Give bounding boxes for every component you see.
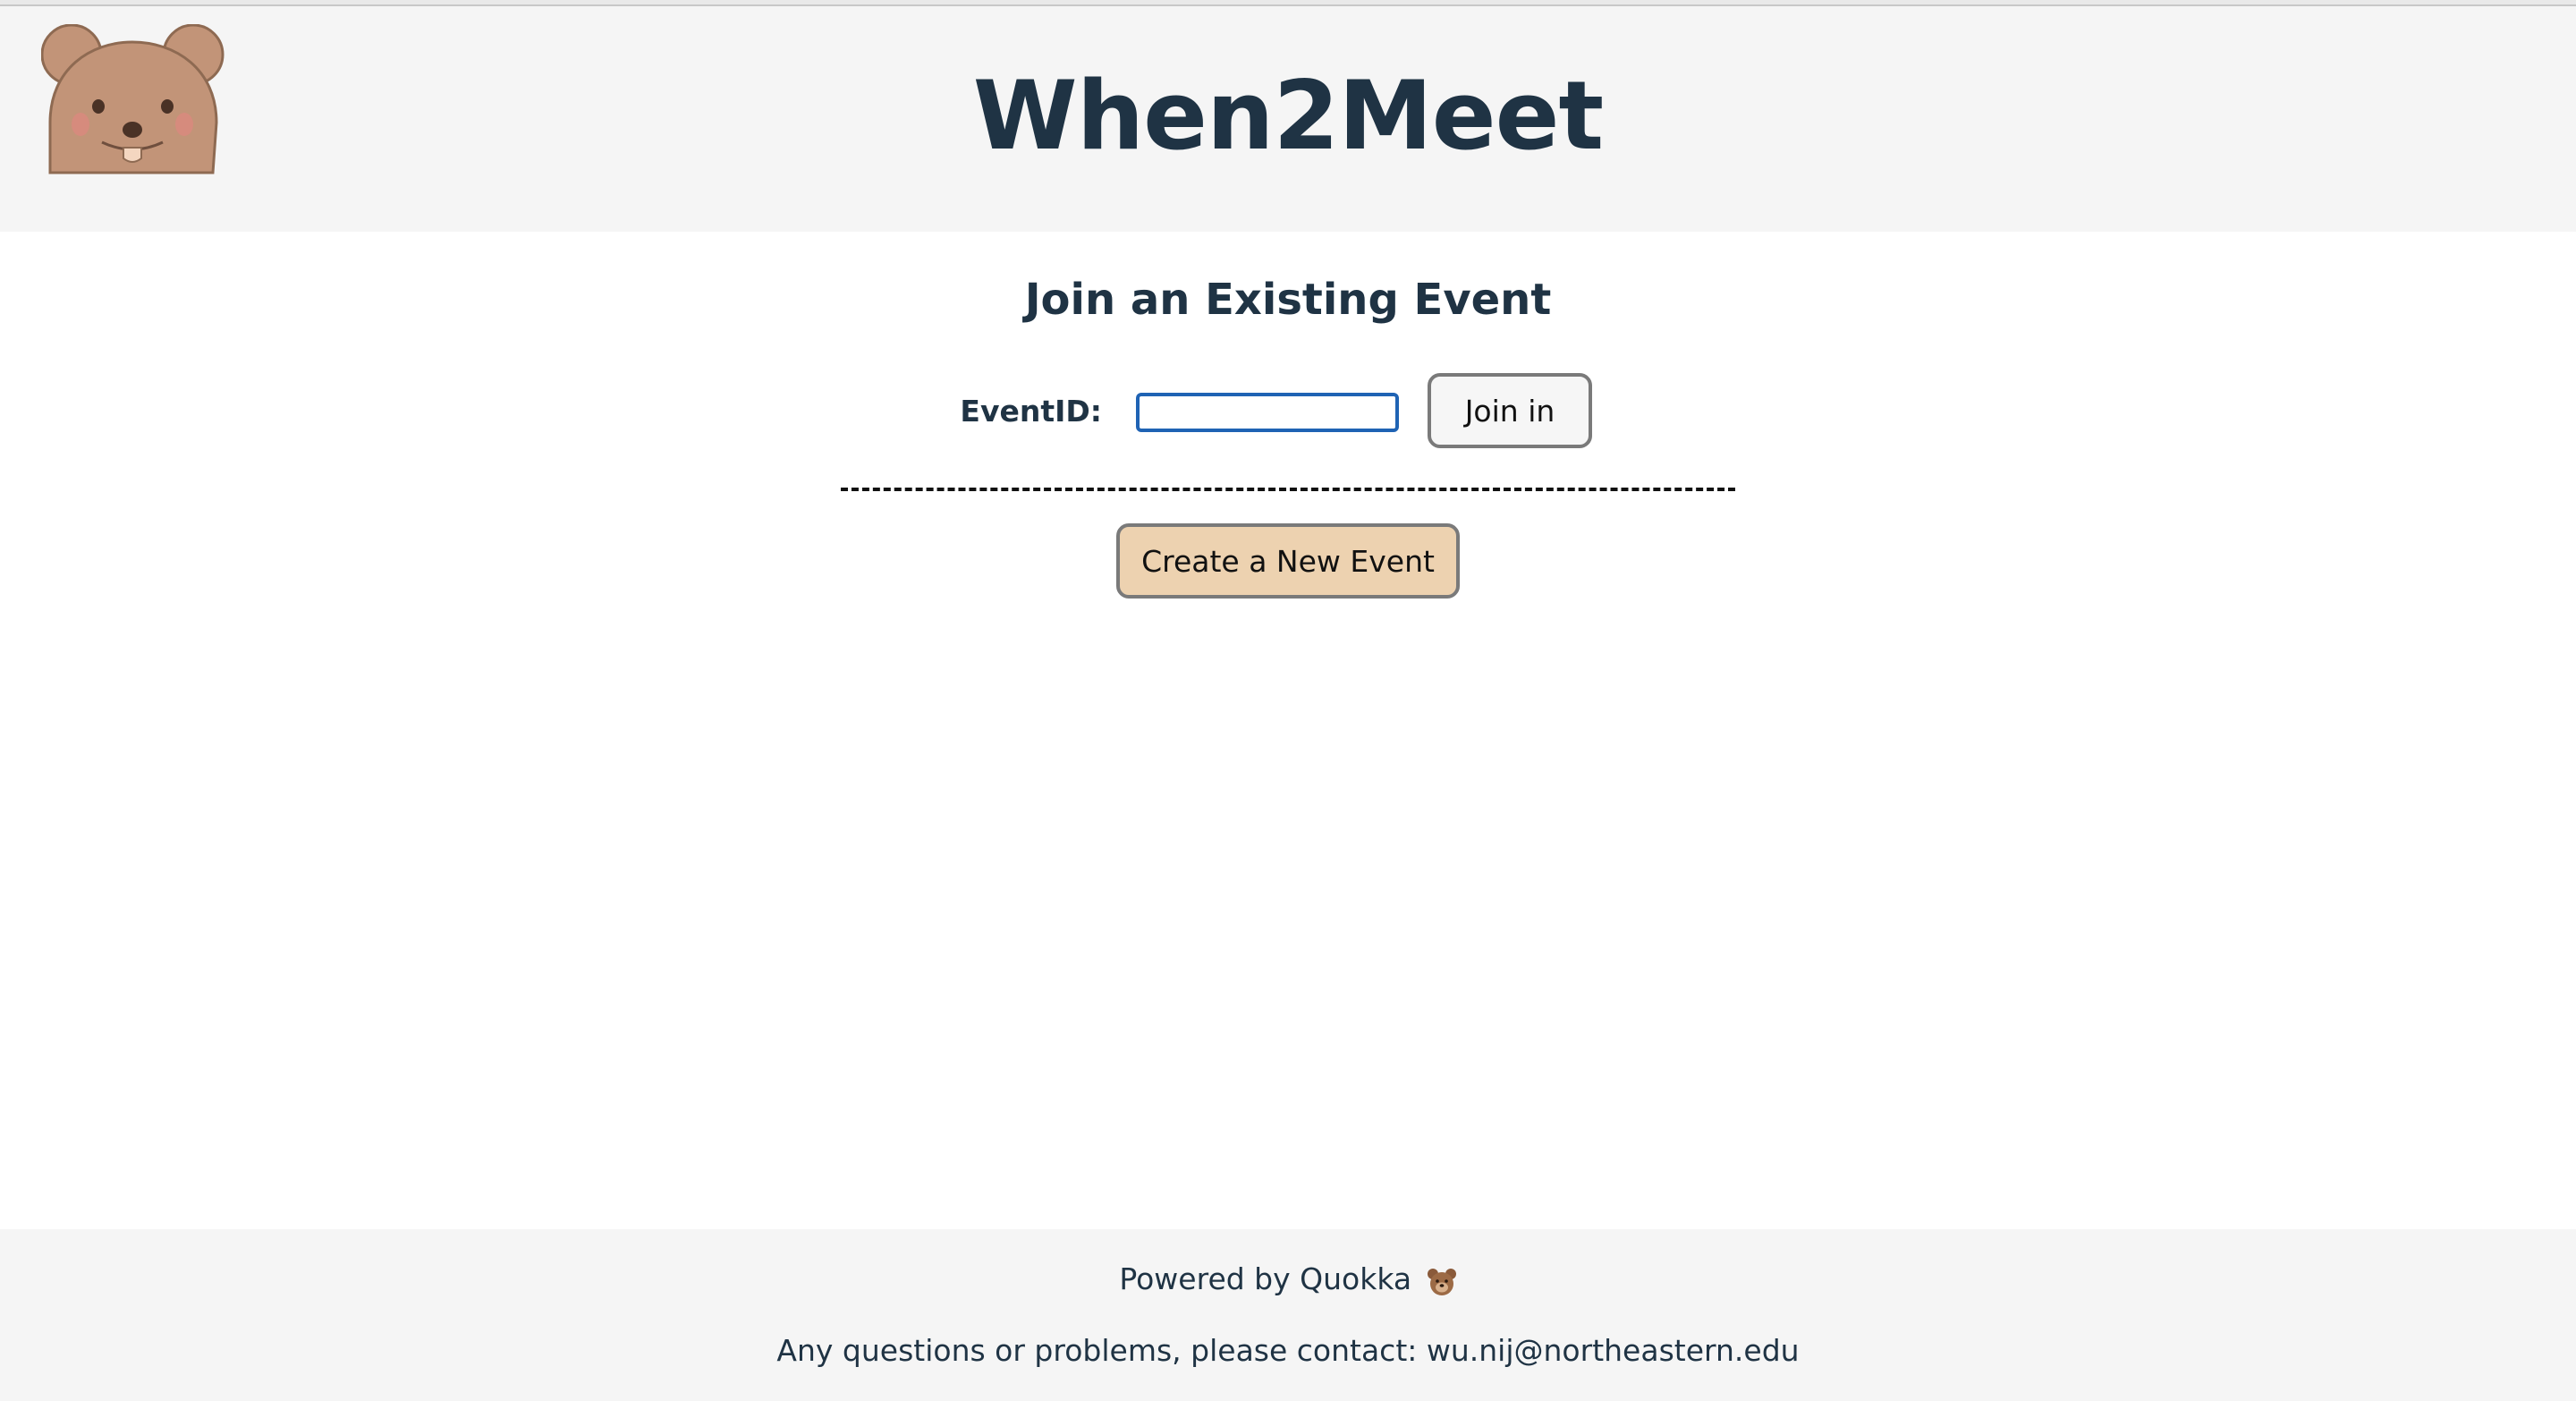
site-footer: Powered by Quokka Any questions or probl… [0, 1229, 2576, 1401]
contact-info: Any questions or problems, please contac… [776, 1333, 1800, 1368]
join-event-heading: Join an Existing Event [1024, 275, 1552, 325]
site-header: When2Meet [0, 6, 2576, 232]
browser-top-border [0, 0, 2576, 6]
powered-by-line: Powered by Quokka [0, 1258, 2576, 1301]
powered-by-text: Powered by Quokka [1119, 1261, 1412, 1296]
app-title: When2Meet [972, 61, 1604, 171]
event-id-label: EventID: [960, 394, 1102, 429]
dashed-divider [841, 488, 1735, 491]
join-event-form: EventID: Join in [0, 373, 2576, 450]
bear-face-icon [1427, 1266, 1457, 1296]
event-id-input[interactable] [1136, 393, 1399, 432]
create-new-event-button[interactable]: Create a New Event [1116, 523, 1460, 599]
join-in-button[interactable]: Join in [1428, 373, 1592, 448]
main-content: Join an Existing Event EventID: Join in … [0, 232, 2576, 1229]
